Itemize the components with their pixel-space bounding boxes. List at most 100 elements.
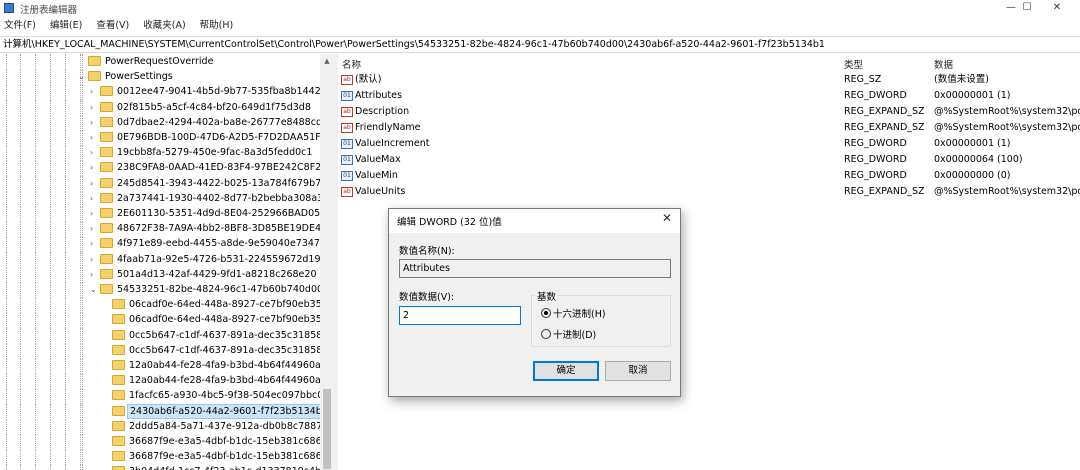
radio-hex[interactable]: 十六进制(H) [541,308,606,321]
tree-item[interactable]: 0cc5b647-c1df-4637-891a-dec35c318584 [0,342,328,359]
menu-help[interactable]: 帮助(H) [200,18,234,33]
tree-item-label[interactable]: 0d7dbae2-4294-402a-ba8e-26777e8488cd [115,115,324,130]
column-header-data[interactable]: 数据 [934,57,953,71]
tree-scrollbar[interactable]: ▲ [320,54,334,470]
tree-item[interactable]: › 0d7dbae2-4294-402a-ba8e-26777e8488cd [0,114,322,131]
tree-expand-icon[interactable] [102,391,110,400]
tree-item[interactable]: 2430ab6f-a520-44a2-9601-f7f23b5134b1 [0,403,331,420]
tree-item-label[interactable]: PowerSettings [103,69,175,84]
tree-expand-icon[interactable] [102,376,110,385]
dialog-close-icon[interactable]: ✕ [662,211,672,225]
tree-expand-icon[interactable] [102,437,110,446]
menu-view[interactable]: 查看(V) [96,18,129,33]
value-row[interactable]: ab ValueUnits REG_EXPAND_SZ @%SystemRoot%\s… [338,184,1080,200]
tree-item[interactable]: › 4faab71a-92e5-4726-b531-224559672d19 [0,251,323,268]
tree-expand-icon[interactable]: › [90,118,98,127]
menu-file[interactable]: 文件(F) [4,18,36,33]
tree-item-label[interactable]: 02f815b5-a5cf-4c84-bf20-649d1f75d3d8 [115,100,313,115]
tree-item[interactable]: › 02f815b5-a5cf-4c84-bf20-649d1f75d3d8 [0,99,320,116]
tree-item-label[interactable]: 48672F38-7A9A-4bb2-8BF8-3D85BE19DE4E [115,221,329,236]
address-bar[interactable]: 计算机\HKEY_LOCAL_MACHINE\SYSTEM\CurrentCon… [0,36,1080,53]
tree-item-label[interactable]: 36687f9e-e3a5-4dbf-b1dc-15eb381c6864 [127,449,330,464]
tree-item[interactable]: › 19cbb8fa-5279-450e-9fac-8a3d5fedd0c1 [0,145,320,162]
tree-expand-icon[interactable] [78,57,86,66]
tree-item[interactable]: 2ddd5a84-5a71-437e-912a-db0b8c788732 [0,418,334,435]
tree-expand-icon[interactable]: › [90,179,98,188]
tree-item[interactable]: 36687f9e-e3a5-4dbf-b1dc-15eb381c6863 [0,434,328,450]
value-row[interactable]: 01 ValueIncrement REG_DWORD 0x00000001 (1) [338,136,1080,152]
tree-expand-icon[interactable]: › [90,133,98,142]
tree-expand-icon[interactable] [102,407,110,416]
radio-dec[interactable]: 十进制(D) [541,329,596,342]
tree-item-label[interactable]: 0cc5b647-c1df-4637-891a-dec35c318583 [127,328,330,343]
tree-expand-icon[interactable] [102,422,110,431]
tree-item[interactable]: 12a0ab44-fe28-4fa9-b3bd-4b64f44960a6 [0,358,327,374]
value-row[interactable]: 01 Attributes REG_DWORD 0x00000001 (1) [338,88,1080,104]
tree-item-label[interactable]: 2a737441-1930-4402-8d77-b2bebba308a3 [115,191,325,206]
tree-item[interactable]: 12a0ab44-fe28-4fa9-b3bd-4b64f44960a7 [0,373,327,390]
tree-expand-icon[interactable] [102,361,110,370]
tree-item-label[interactable]: 12a0ab44-fe28-4fa9-b3bd-4b64f44960a6 [127,358,329,373]
tree-item-label[interactable]: 2E601130-5351-4d9d-8E04-252966BAD054 [115,206,328,221]
tree-item-label[interactable]: 4faab71a-92e5-4726-b531-224559672d19 [115,252,323,267]
tree-collapse-icon[interactable]: ⌄ [90,285,98,294]
tree-expand-icon[interactable]: › [90,255,98,264]
tree-item[interactable]: › 0012ee47-9041-4b5d-9b77-535fba8b1442 [0,84,323,101]
column-header-type[interactable]: 类型 [844,57,863,71]
tree-item-label[interactable]: 238C9FA8-0AAD-41ED-83F4-97BE242C8F20 [115,160,329,175]
tree-expand-icon[interactable]: › [90,270,98,279]
tree-item[interactable]: › 0E796BDB-100D-47D6-A2D5-F7D2DAA51F51 [0,130,333,146]
tree-item[interactable]: › 4f971e89-eebd-4455-a8de-9e59040e7347 [0,236,322,253]
tree-item[interactable]: ⌄ PowerSettings [0,69,320,86]
radio-hex-indicator[interactable] [541,308,551,318]
tree-item-label[interactable]: 2430ab6f-a520-44a2-9601-f7f23b5134b1 [127,403,331,419]
tree-item[interactable]: 06cadf0e-64ed-448a-8927-ce7bf90eb35d [0,297,328,314]
tree-item[interactable]: › 238C9FA8-0AAD-41ED-83F4-97BE242C8F20 [0,160,327,177]
tree-expand-icon[interactable]: › [90,103,98,112]
tree-item-label[interactable]: 12a0ab44-fe28-4fa9-b3bd-4b64f44960a7 [127,373,329,388]
ok-button[interactable]: 确定 [533,361,599,381]
value-row[interactable]: ab Description REG_EXPAND_SZ @%SystemRoot%\… [338,104,1080,120]
cancel-button[interactable]: 取消 [605,361,671,381]
tree-expand-icon[interactable]: › [90,148,98,157]
tree-expand-icon[interactable]: › [90,239,98,248]
tree-item[interactable]: 0cc5b647-c1df-4637-891a-dec35c318583 [0,327,328,344]
tree-expand-icon[interactable] [102,452,110,461]
value-row[interactable]: ab FriendlyName REG_EXPAND_SZ @%SystemRoot%… [338,120,1080,136]
tree-expand-icon[interactable]: › [90,194,98,203]
menu-edit[interactable]: 编辑(E) [50,18,82,33]
value-row[interactable]: 01 ValueMax REG_DWORD 0x00000064 (100) [338,152,1080,168]
scroll-thumb[interactable] [323,389,331,469]
tree-expand-icon[interactable] [102,300,110,309]
tree-expand-icon[interactable]: › [90,209,98,218]
close-button[interactable]: ✕ [1034,0,1080,16]
menu-favorites[interactable]: 收藏夹(A) [143,18,185,33]
tree-item[interactable]: › 2E601130-5351-4d9d-8E04-252966BAD054 [0,206,326,222]
radio-dec-indicator[interactable] [541,329,551,339]
tree-item[interactable]: › 245d8541-3943-4422-b025-13a784f679b7 [0,175,323,192]
tree-item[interactable]: › 501a4d13-42af-4429-9fd1-a8218c268e20 [0,266,320,283]
tree-item-label[interactable]: 2ddd5a84-5a71-437e-912a-db0b8c788732 [127,419,334,434]
tree-item-label[interactable]: 19cbb8fa-5279-450e-9fac-8a3d5fedd0c1 [115,145,314,160]
tree-item[interactable]: 36687f9e-e3a5-4dbf-b1dc-15eb381c6864 [0,449,328,466]
tree-item-label[interactable]: 245d8541-3943-4422-b025-13a784f679b7 [115,176,323,191]
tree-item-label[interactable]: 3b04d4fd-1cc7-4f23-ab1c-d1337819c4bb [127,464,329,470]
scroll-up-icon[interactable]: ▲ [320,54,334,68]
tree-item[interactable]: 06cadf0e-64ed-448a-8927-ce7bf90eb35e [0,312,328,329]
tree-item-label[interactable]: 4f971e89-eebd-4455-a8de-9e59040e7347 [115,236,322,251]
tree-item[interactable]: 3b04d4fd-1cc7-4f23-ab1c-d1337819c4bb [0,464,327,470]
tree-collapse-icon[interactable]: ⌄ [78,72,86,81]
tree-item-label[interactable]: 0012ee47-9041-4b5d-9b77-535fba8b1442 [115,84,323,99]
tree-item-label[interactable]: 36687f9e-e3a5-4dbf-b1dc-15eb381c6863 [127,434,330,449]
column-header-name[interactable]: 名称 [342,57,361,71]
tree-expand-icon[interactable] [102,331,110,340]
tree-expand-icon[interactable]: › [90,224,98,233]
tree-expand-icon[interactable] [102,346,110,355]
tree-item-label[interactable]: PowerRequestOverride [103,54,215,69]
tree-item[interactable]: PowerRequestOverride [0,54,320,70]
tree-item-label[interactable]: 06cadf0e-64ed-448a-8927-ce7bf90eb35d [127,297,330,312]
tree-expand-icon[interactable] [102,315,110,324]
tree-item-label[interactable]: 0cc5b647-c1df-4637-891a-dec35c318584 [127,343,330,358]
tree-item-label[interactable]: 54533251-82be-4824-96c1-47b60b740d00 [115,282,325,297]
tree-item[interactable]: › 2a737441-1930-4402-8d77-b2bebba308a3 [0,190,323,207]
